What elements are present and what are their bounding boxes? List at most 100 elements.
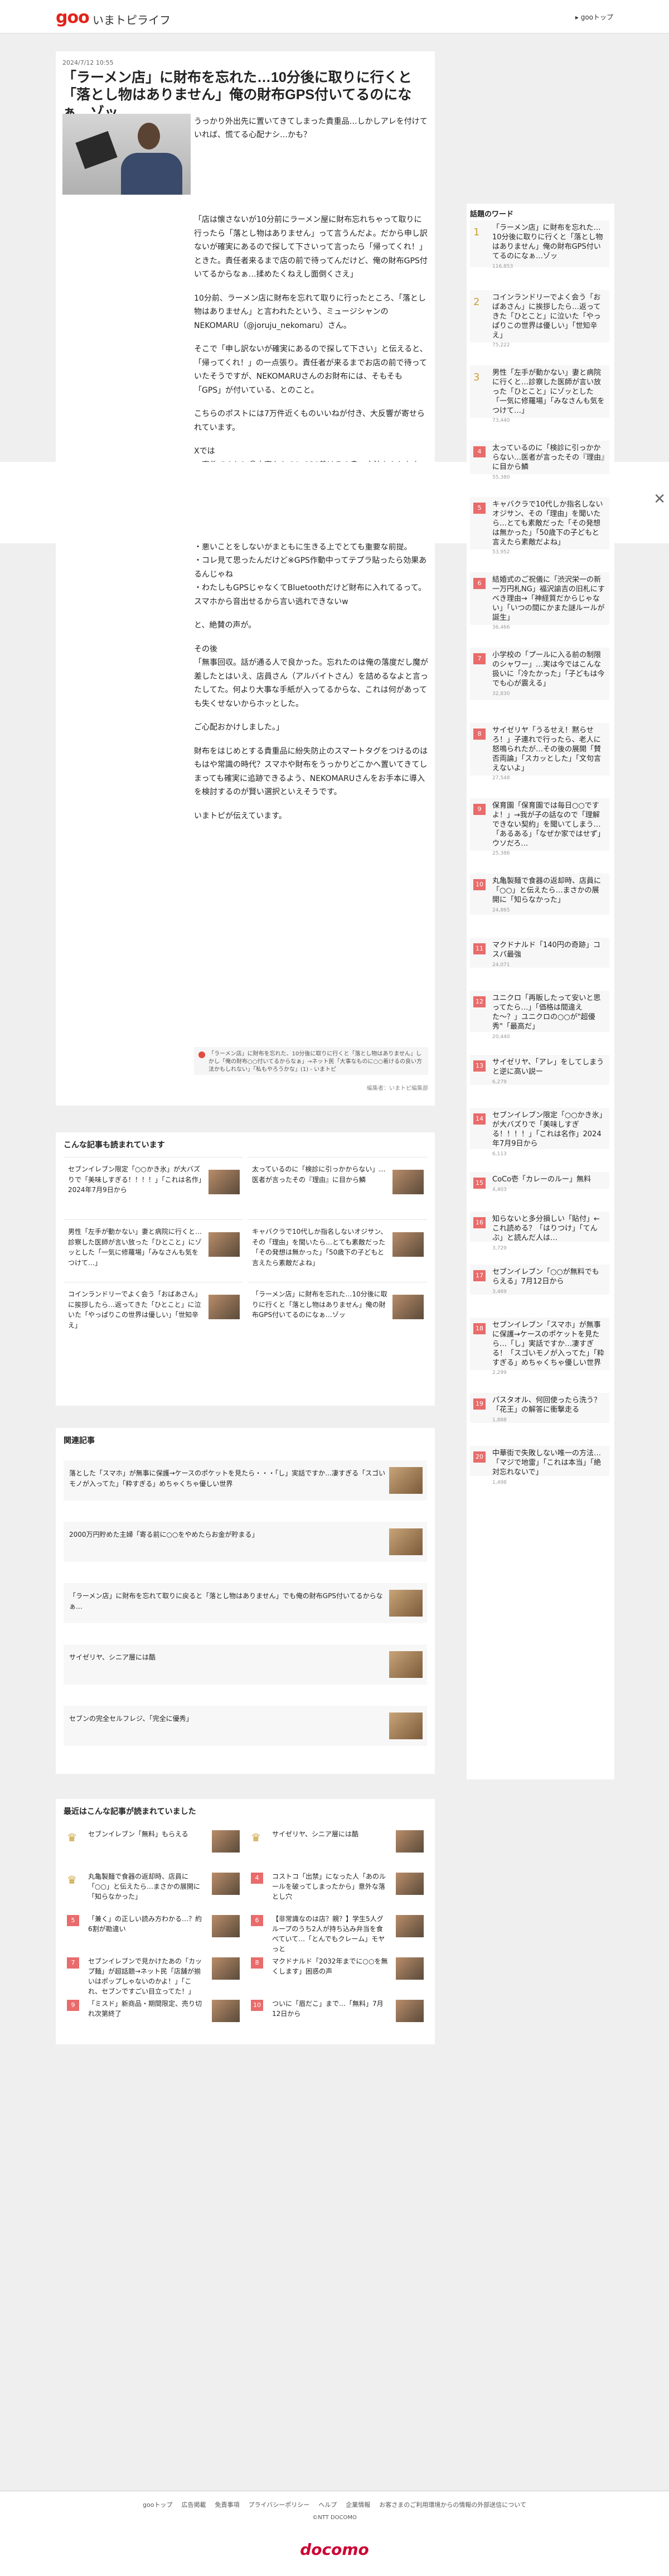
goo-logo[interactable]: goo xyxy=(56,8,90,27)
ranking-item[interactable]: 5 キャバクラで10代しか指名しないオジサン、その「理由」を聞いたら…とても素敵だ… xyxy=(470,497,609,555)
ranking-item[interactable]: 4 太っているのに「検診に引っかからない…医者が言ったその『理由』に目から鱗 55,… xyxy=(470,441,609,480)
footer-link[interactable]: gooトップ xyxy=(143,2501,172,2509)
article-card[interactable]: セブンイレブン限定「○○かき氷」が大バズりで「美味しすぎる！！！！」「これは名作… xyxy=(64,1157,243,1215)
ranking-item[interactable]: 15 CoCo壱「カレーのルー」無料 4,403 xyxy=(470,1172,609,1193)
article-card[interactable]: 「ラーメン店」に財布を忘れた…10分後に取りに行くと「落とし物はありません」俺の… xyxy=(248,1282,427,1340)
related-item[interactable]: セブンの完全セルフレジ、「完全に優秀」 xyxy=(64,1706,427,1746)
body-paragraph: ご心配おかけしました。」 xyxy=(194,723,284,732)
ranking-title: キャバクラで10代しか指名しないオジサン、その「理由」を聞いたら…とても素敵だっ… xyxy=(492,500,603,547)
ranking-item[interactable]: 19 パスタオル、何回使ったら洗う？「花王」の解答に衝撃走る 1,888 xyxy=(470,1393,609,1423)
body-paragraph: 10分前、ラーメン店に財布を忘れて取りに行ったところ、「落とし物はありません」と… xyxy=(194,293,426,330)
recent-title: 丸亀製麺で食器の返却時、店員に「○○」と伝えたら…まさかの展開に「知らなかった」 xyxy=(88,1873,200,1900)
ranking-item[interactable]: 6 結婚式のご祝儀に「渋沢栄一の新一万円札NG」福沢諭吉の旧札にすべき理由→「神経… xyxy=(470,572,609,630)
recent-thumbnail xyxy=(212,2000,240,2022)
article-card[interactable]: コインランドリーでよく会う「おばあさん」に挨拶したら…返ってきた「ひとこと」に泣… xyxy=(64,1282,243,1340)
recent-title: セブンイレブン「無料」もらえる xyxy=(88,1830,188,1838)
close-icon[interactable]: ✕ xyxy=(653,491,666,508)
crown-icon: ♛ xyxy=(67,1831,77,1844)
recent-thumbnail xyxy=(212,1873,240,1895)
footer-link[interactable]: お客さまのご利用環境からの情報の外部送信について xyxy=(379,2501,526,2509)
embedded-post-text: 「ラーメン店」に財布を忘れた、10分後に取りに行くと「落とし物はありません」しか… xyxy=(209,1051,422,1073)
rank-badge: 10 xyxy=(473,879,486,890)
recent-item[interactable]: 5 「兼く」の正しい読み方わかる…？約6割が勘違い xyxy=(64,1908,243,1946)
ranking-item[interactable]: 20 中華街で失敗しない唯一の方法…「マジで地雷」「これは本当」「絶対忘れないで」… xyxy=(470,1446,609,1485)
related-thumbnail xyxy=(389,1467,423,1494)
ranking-item[interactable]: 3 男性「左手が動かない」妻と病院に行くと…診察した医師が言い放った「ひとこと」に… xyxy=(470,365,609,423)
recent-thumbnail xyxy=(396,1915,424,1937)
ranking-count: 24,071 xyxy=(492,962,510,968)
ranking-item[interactable]: 18 セブンイレブン「スマホ」が無事に保護→ケースのポケットを見たら…「し」実話で… xyxy=(470,1318,609,1376)
footer-link[interactable]: プライバシーポリシー xyxy=(249,2501,310,2509)
related-item[interactable]: 「ラーメン店」に財布を忘れて取りに戻ると「落とし物はありません」でも俺の財布GP… xyxy=(64,1583,427,1623)
recent-item[interactable]: 9 「ミスド」新商品・期間限定、売り切れ次第終了 xyxy=(64,1993,243,2031)
recent-thumbnail xyxy=(212,1957,240,1980)
footer-link[interactable]: 企業情報 xyxy=(346,2501,370,2509)
ranking-item[interactable]: 1 「ラーメン店」に財布を忘れた…10分後に取りに行くと「落とし物はありません」俺… xyxy=(470,220,609,269)
ranking-count: 53,952 xyxy=(492,549,510,556)
article-card[interactable]: キャバクラで10代しか指名しないオジサン、その「理由」を聞いたら…とても素敵だっ… xyxy=(248,1219,427,1277)
ranking-item[interactable]: 9 保育園「保育園では毎日○○ですよ！」→我が子の話なので「理解できない契約」を聞… xyxy=(470,798,609,856)
site-name[interactable]: いまトピライフ xyxy=(93,11,171,27)
footer-link[interactable]: 広告掲載 xyxy=(182,2501,206,2509)
ranking-item[interactable]: 11 マクドナルド「140円の奇跡」コスパ最強 24,071 xyxy=(470,938,609,968)
crown-icon: 3 xyxy=(473,372,480,383)
related-item[interactable]: 2000万円貯めた主婦「寄る前に○○をやめたらお金が貯まる」 xyxy=(64,1522,427,1562)
recent-thumbnail xyxy=(396,1873,424,1895)
article-date: 2024/7/12 10:55 xyxy=(62,59,114,66)
rank-badge: 7 xyxy=(67,1957,79,1969)
rank-badge: 12 xyxy=(473,996,486,1007)
ranking-count: 116,853 xyxy=(492,263,513,269)
ranking-count: 20,440 xyxy=(492,1034,510,1040)
ranking-item[interactable]: 13 サイゼリヤ、「アレ」をしてしまうと逆に高い説ー 6,279 xyxy=(470,1055,609,1085)
recent-title: 【非常識なのは店？親？】学生5人グループのうち2人が持ち込み弁当を食べていて…「… xyxy=(272,1915,385,1953)
embedded-post[interactable]: 「ラーメン店」に財布を忘れた、10分後に取りに行くと「落とし物はありません」しか… xyxy=(194,1047,428,1075)
recent-item[interactable]: 6 【非常識なのは店？親？】学生5人グループのうち2人が持ち込み弁当を食べていて…… xyxy=(248,1908,427,1953)
recent-item[interactable]: ♛ セブンイレブン「無料」もらえる xyxy=(64,1824,243,1861)
recent-item[interactable]: 8 マクドナルド「2032年までに○○を無くします」困惑の声 xyxy=(248,1951,427,1989)
recent-item[interactable]: 10 ついに「眉だこ」まで…「無料」7月12日から xyxy=(248,1993,427,2031)
recent-thumbnail xyxy=(396,2000,424,2022)
ranking-item[interactable]: 14 セブンイレブン限定「○○かき氷」が大バズりで「美味しすぎる！！！！」「これは… xyxy=(470,1108,609,1157)
rank-badge: 4 xyxy=(251,1873,263,1884)
editor-credit: 編集者：いまトピ編集部 xyxy=(367,1086,428,1092)
recent-item[interactable]: ♛ 丸亀製麺で食器の返却時、店員に「○○」と伝えたら…まさかの展開に「知らなかった… xyxy=(64,1866,243,1904)
article-lead: うっかり外出先に置いてきてしまった貴重品…しかしアレを付けていれば、慌てる心配ナ… xyxy=(194,117,428,139)
copyright: ©NTT DOCOMO xyxy=(312,2515,357,2521)
ranking-count: 3,729 xyxy=(492,1245,507,1251)
card-title: セブンイレブン限定「○○かき氷」が大バズりで「美味しすぎる！！！！」「これは名作… xyxy=(68,1165,202,1194)
footer-link[interactable]: 免責事項 xyxy=(215,2501,240,2509)
rank-badge: 19 xyxy=(473,1398,486,1410)
recent-item[interactable]: 7 セブンイレブンで見かけたあの「カップ麺」が超話題→ネット民「店舗が揃いはポップ… xyxy=(64,1951,243,1995)
post-icon xyxy=(198,1051,205,1058)
goo-top-link[interactable]: ▸ gooトップ xyxy=(575,12,613,22)
ranking-item[interactable]: 7 小学校の「プールに入る前の制限のシャワー」…実は今ではこんな扱いに「冷たかった… xyxy=(470,648,609,700)
ranking-item[interactable]: 8 サイゼリヤ「うるせえ！黙らせろ！」子連れで行ったら、老人に怒鳴られたが…その後… xyxy=(470,723,609,781)
rank-badge: 18 xyxy=(473,1323,486,1334)
trending-sidebar: 話題のワード 1 「ラーメン店」に財布を忘れた…10分後に取りに行くと「落とし物は… xyxy=(467,204,614,1779)
section-title: こんな記事も読まれています xyxy=(64,1141,165,1150)
recent-item[interactable]: 4 コストコ「出禁」になった人「あのルールを破ってしまったから」意外な落とし穴 xyxy=(248,1866,427,1904)
wallet-image xyxy=(75,131,118,170)
related-item[interactable]: サイゼリヤ、シニア層には酷 xyxy=(64,1644,427,1685)
ranking-item[interactable]: 16 知らないと多分損しい「貼付」←これ読める？「はりつけ」「てんぶ」と読んだ人は… xyxy=(470,1212,609,1251)
body-paragraph: いまトピが伝えています。 xyxy=(194,811,287,821)
ranking-item[interactable]: 12 ユニクロ「再販したって安いと思ってたら…」「価格は間違えた〜？」ユニクロの○… xyxy=(470,991,609,1040)
sidebar-title: 話題のワード xyxy=(470,210,514,219)
recent-thumbnail xyxy=(396,1830,424,1853)
footer-link[interactable]: ヘルプ xyxy=(318,2501,337,2509)
article-card[interactable]: 太っているのに「検診に引っかからない」…医者が言ったその『理由』に目から鱗 xyxy=(248,1157,427,1215)
article-photo xyxy=(62,114,191,195)
recent-item[interactable]: ♛ サイゼリヤ、シニア層には酷 xyxy=(248,1824,427,1861)
docomo-logo[interactable]: docomo xyxy=(0,2540,669,2559)
ranking-title: 結婚式のご祝儀に「渋沢栄一の新一万円札NG」福沢諭吉の旧札にすべき理由→「神経質… xyxy=(492,576,605,622)
related-item[interactable]: 落とした「スマホ」が無事に保護→ケースのポケットを見たら・・・「し」実話ですか…… xyxy=(64,1460,427,1501)
recent-title: コストコ「出禁」になった人「あのルールを破ってしまったから」意外な落とし穴 xyxy=(272,1873,386,1900)
ranking-item[interactable]: 10 丸亀製麺で食器の返却時、店員に「○○」と伝えたら…まさかの展開に「知らなかっ… xyxy=(470,874,609,915)
rank-badge: 20 xyxy=(473,1451,486,1463)
rank-badge: 4 xyxy=(473,446,486,457)
ranking-item[interactable]: 2 コインランドリーでよく会う「おばあさん」に挨拶したら…返ってきた「ひとこと」に… xyxy=(470,290,609,348)
ranking-title: 男性「左手が動かない」妻と病院に行くと…診察した医師が言い放った「ひとこと」にゾ… xyxy=(492,369,605,415)
also-read-section: こんな記事も読まれています セブンイレブン限定「○○かき氷」が大バズりで「美味し… xyxy=(56,1132,435,1406)
article-card[interactable]: 男性「左手が動かない」妻と病院に行くと…診察した医師が言い放った「ひとこと」にゾ… xyxy=(64,1219,243,1277)
ranking-item[interactable]: 17 セブンイレブン「○○が無料でもらえる」7月12日から 3,469 xyxy=(470,1265,609,1295)
